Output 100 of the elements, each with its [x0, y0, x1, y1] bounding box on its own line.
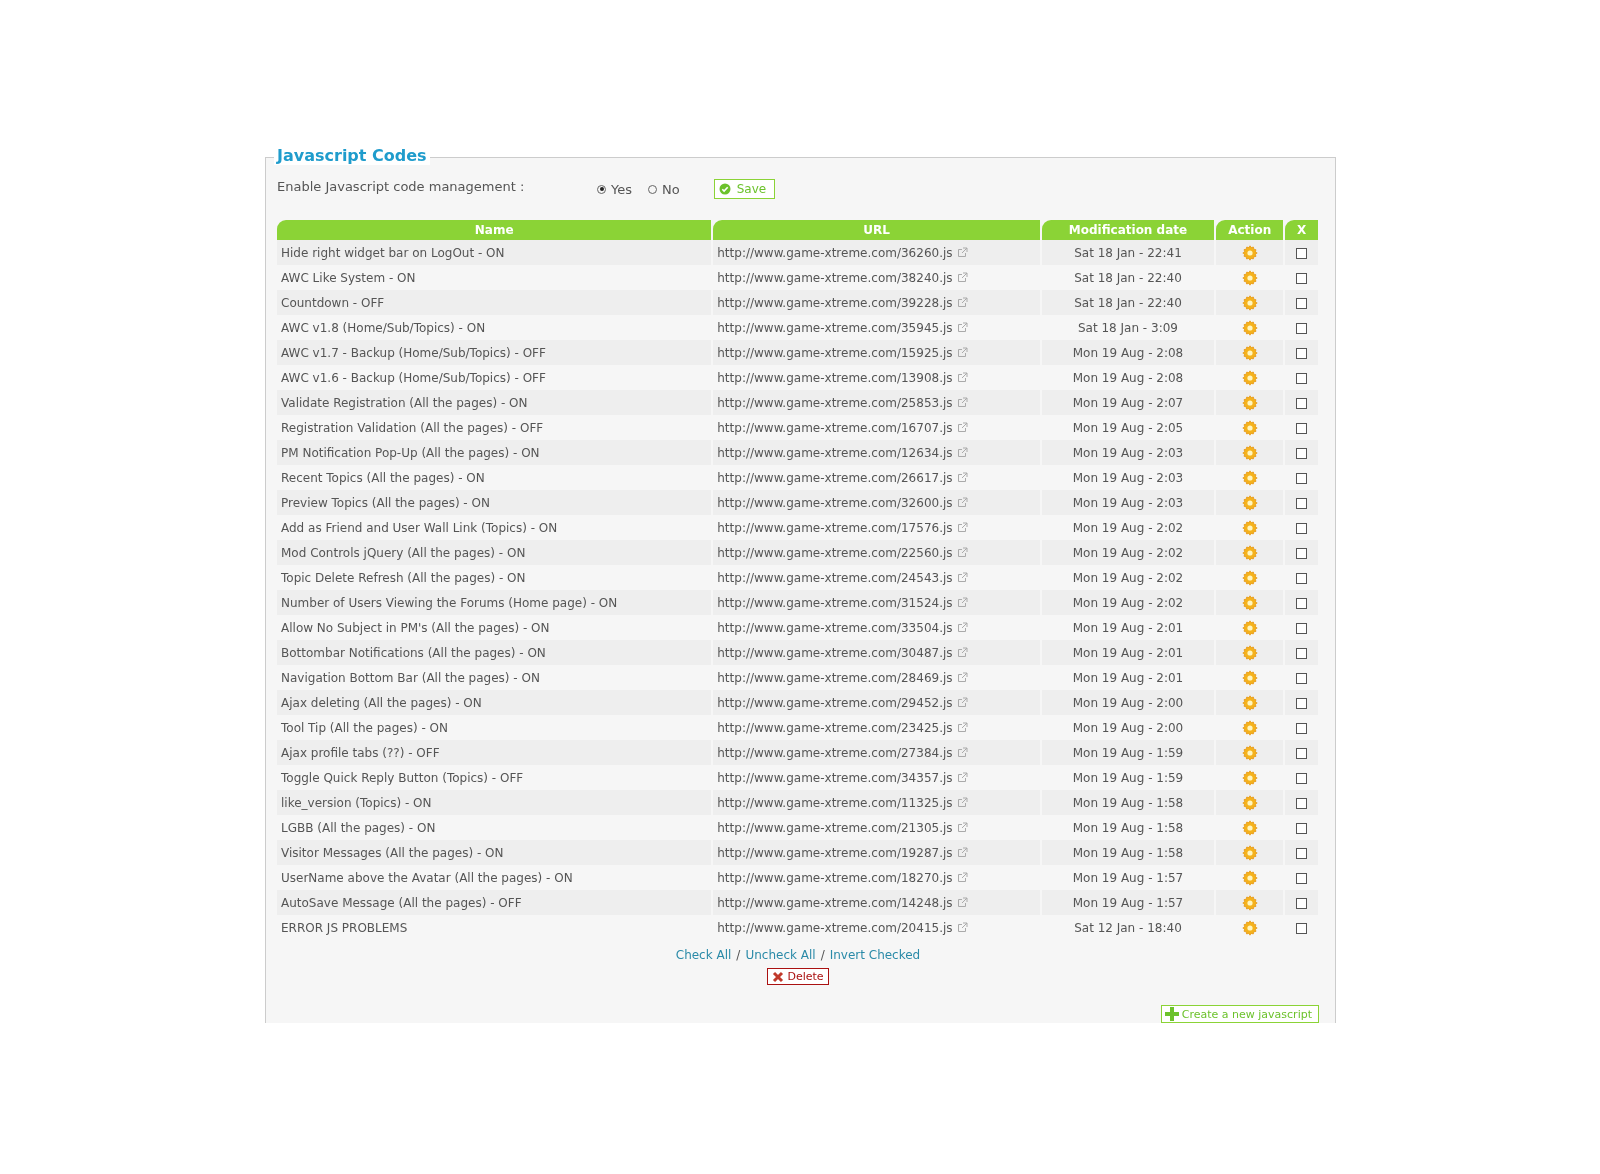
row-checkbox[interactable]	[1296, 797, 1308, 809]
external-link-icon[interactable]	[956, 397, 968, 408]
row-checkbox[interactable]	[1296, 472, 1308, 484]
script-url-link[interactable]: http://www.game-xtreme.com/26617.js	[717, 470, 953, 485]
row-checkbox[interactable]	[1296, 497, 1308, 509]
gear-icon[interactable]	[1241, 419, 1258, 436]
selection-link[interactable]: Uncheck All	[745, 948, 816, 962]
gear-icon[interactable]	[1241, 744, 1258, 761]
gear-icon[interactable]	[1241, 894, 1258, 911]
external-link-icon[interactable]	[956, 672, 968, 683]
row-checkbox[interactable]	[1296, 397, 1308, 409]
script-url-link[interactable]: http://www.game-xtreme.com/38240.js	[717, 270, 953, 285]
delete-button[interactable]: Delete	[767, 968, 829, 985]
external-link-icon[interactable]	[956, 747, 968, 758]
row-checkbox[interactable]	[1296, 322, 1308, 334]
row-checkbox[interactable]	[1296, 747, 1308, 759]
gear-icon[interactable]	[1241, 769, 1258, 786]
radio-option[interactable]: No	[648, 181, 680, 197]
external-link-icon[interactable]	[956, 547, 968, 558]
gear-icon[interactable]	[1241, 269, 1258, 286]
row-checkbox[interactable]	[1296, 772, 1308, 784]
row-checkbox[interactable]	[1296, 447, 1308, 459]
external-link-icon[interactable]	[956, 797, 968, 808]
gear-icon[interactable]	[1241, 844, 1258, 861]
external-link-icon[interactable]	[956, 622, 968, 633]
script-url-link[interactable]: http://www.game-xtreme.com/28469.js	[717, 670, 953, 685]
gear-icon[interactable]	[1241, 669, 1258, 686]
gear-icon[interactable]	[1241, 619, 1258, 636]
gear-icon[interactable]	[1241, 719, 1258, 736]
external-link-icon[interactable]	[956, 522, 968, 533]
row-checkbox[interactable]	[1296, 347, 1308, 359]
row-checkbox[interactable]	[1296, 272, 1308, 284]
external-link-icon[interactable]	[956, 922, 968, 933]
external-link-icon[interactable]	[956, 497, 968, 508]
selection-link[interactable]: Check All	[675, 948, 732, 962]
gear-icon[interactable]	[1241, 444, 1258, 461]
script-url-link[interactable]: http://www.game-xtreme.com/18270.js	[717, 870, 953, 885]
script-url-link[interactable]: http://www.game-xtreme.com/17576.js	[717, 520, 953, 535]
gear-icon[interactable]	[1241, 319, 1258, 336]
external-link-icon[interactable]	[956, 772, 968, 783]
gear-icon[interactable]	[1241, 519, 1258, 536]
external-link-icon[interactable]	[956, 472, 968, 483]
external-link-icon[interactable]	[956, 597, 968, 608]
external-link-icon[interactable]	[956, 372, 968, 383]
gear-icon[interactable]	[1241, 644, 1258, 661]
row-checkbox[interactable]	[1296, 597, 1308, 609]
row-checkbox[interactable]	[1296, 722, 1308, 734]
row-checkbox[interactable]	[1296, 422, 1308, 434]
script-url-link[interactable]: http://www.game-xtreme.com/20415.js	[717, 920, 953, 935]
external-link-icon[interactable]	[956, 247, 968, 258]
gear-icon[interactable]	[1241, 594, 1258, 611]
gear-icon[interactable]	[1241, 794, 1258, 811]
external-link-icon[interactable]	[956, 572, 968, 583]
gear-icon[interactable]	[1241, 294, 1258, 311]
radio-option[interactable]: Yes	[597, 181, 632, 197]
row-checkbox[interactable]	[1296, 297, 1308, 309]
row-checkbox[interactable]	[1296, 547, 1308, 559]
external-link-icon[interactable]	[956, 297, 968, 308]
gear-icon[interactable]	[1241, 819, 1258, 836]
external-link-icon[interactable]	[956, 722, 968, 733]
gear-icon[interactable]	[1241, 394, 1258, 411]
row-checkbox[interactable]	[1296, 622, 1308, 634]
external-link-icon[interactable]	[956, 322, 968, 333]
row-checkbox[interactable]	[1296, 847, 1308, 859]
script-url-link[interactable]: http://www.game-xtreme.com/16707.js	[717, 420, 953, 435]
gear-icon[interactable]	[1241, 569, 1258, 586]
gear-icon[interactable]	[1241, 544, 1258, 561]
gear-icon[interactable]	[1241, 469, 1258, 486]
external-link-icon[interactable]	[956, 272, 968, 283]
gear-icon[interactable]	[1241, 369, 1258, 386]
external-link-icon[interactable]	[956, 422, 968, 433]
gear-icon[interactable]	[1241, 244, 1258, 261]
row-checkbox[interactable]	[1296, 522, 1308, 534]
row-checkbox[interactable]	[1296, 647, 1308, 659]
gear-icon[interactable]	[1241, 919, 1258, 936]
row-checkbox[interactable]	[1296, 922, 1308, 934]
row-checkbox[interactable]	[1296, 697, 1308, 709]
gear-icon[interactable]	[1241, 694, 1258, 711]
script-url-link[interactable]: http://www.game-xtreme.com/24543.js	[717, 570, 953, 585]
gear-icon[interactable]	[1241, 344, 1258, 361]
external-link-icon[interactable]	[956, 897, 968, 908]
selection-link[interactable]: Invert Checked	[829, 948, 921, 962]
script-url-link[interactable]: http://www.game-xtreme.com/35945.js	[717, 320, 953, 335]
external-link-icon[interactable]	[956, 847, 968, 858]
script-url-link[interactable]: http://www.game-xtreme.com/23425.js	[717, 720, 953, 735]
external-link-icon[interactable]	[956, 822, 968, 833]
gear-icon[interactable]	[1241, 869, 1258, 886]
script-url-link[interactable]: http://www.game-xtreme.com/21305.js	[717, 820, 953, 835]
row-checkbox[interactable]	[1296, 822, 1308, 834]
row-checkbox[interactable]	[1296, 672, 1308, 684]
row-checkbox[interactable]	[1296, 247, 1308, 259]
row-checkbox[interactable]	[1296, 572, 1308, 584]
script-url-link[interactable]: http://www.game-xtreme.com/33504.js	[717, 620, 953, 635]
external-link-icon[interactable]	[956, 647, 968, 658]
script-url-link[interactable]: http://www.game-xtreme.com/13908.js	[717, 370, 953, 385]
row-checkbox[interactable]	[1296, 372, 1308, 384]
external-link-icon[interactable]	[956, 872, 968, 883]
external-link-icon[interactable]	[956, 697, 968, 708]
script-url-link[interactable]: http://www.game-xtreme.com/34357.js	[717, 770, 953, 785]
external-link-icon[interactable]	[956, 447, 968, 458]
